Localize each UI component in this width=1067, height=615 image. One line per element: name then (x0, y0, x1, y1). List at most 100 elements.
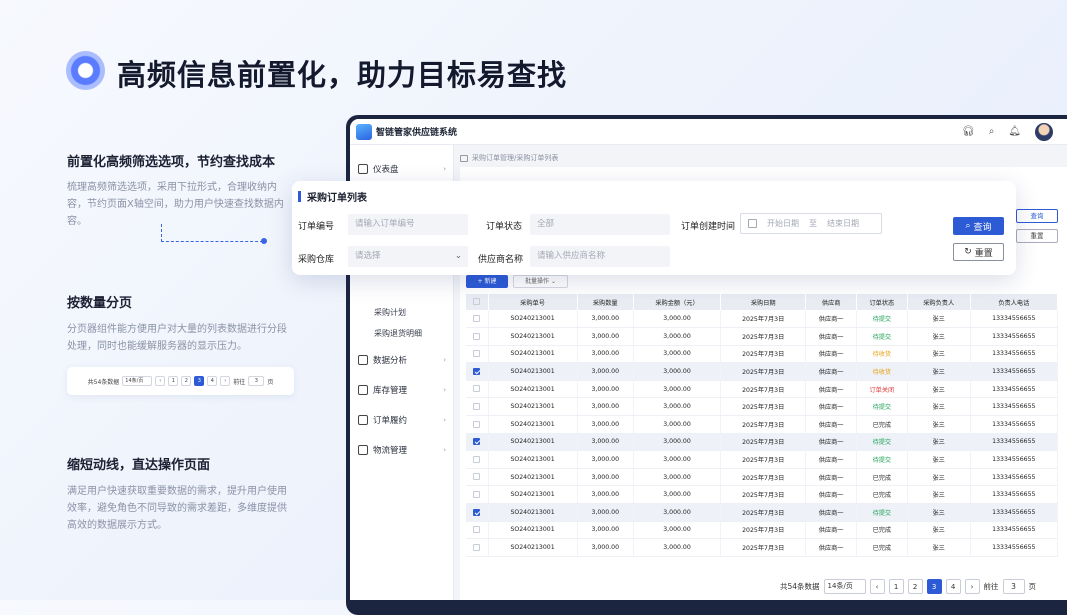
row-checkbox[interactable] (466, 450, 489, 469)
order-no-input[interactable]: 请输入订单编号 (348, 214, 468, 235)
table-cell: 13334556655 (970, 538, 1059, 557)
status-badge: 已完成 (856, 485, 908, 505)
page-button[interactable]: 1 (888, 579, 904, 594)
sidebar-item-dashboard[interactable]: 仪表盘 › (358, 163, 446, 175)
row-checkbox[interactable] (466, 503, 489, 522)
page-button-active[interactable]: 3 (926, 579, 942, 594)
sidebar-item-logistics[interactable]: 物流管理 › (358, 444, 446, 456)
batch-action-button[interactable]: 批量操作 ⌄ (513, 275, 568, 288)
page-button[interactable]: 4 (207, 376, 218, 386)
row-checkbox[interactable] (466, 433, 489, 452)
row-checkbox[interactable] (466, 485, 489, 505)
table-cell: 供应商一 (805, 415, 857, 434)
table-cell: 2025年7月3日 (720, 521, 807, 540)
supplier-input[interactable]: 请输入供应商名称 (530, 246, 670, 267)
table-row[interactable]: SO240213001 3,000.00 3,000.00 2025年7月3日 供应商一… (466, 433, 1059, 452)
page-button[interactable]: 4 (945, 579, 961, 594)
page-button[interactable]: 2 (181, 376, 192, 386)
row-checkbox[interactable] (466, 362, 489, 381)
sidebar-item-inventory[interactable]: 库存管理 › (358, 384, 446, 396)
row-checkbox[interactable] (466, 380, 489, 399)
table-cell: 张三 (907, 450, 971, 469)
table-row[interactable]: SO240213001 3,000.00 3,000.00 2025年7月3日 供应商一… (466, 503, 1059, 522)
sidebar-subitem-return-detail[interactable]: 采购退货明细 (374, 328, 422, 339)
page-size-select[interactable]: 14条/页 (823, 579, 866, 594)
warehouse-select[interactable]: 请选择 ⌄ (348, 246, 468, 267)
select-all-checkbox[interactable] (466, 294, 489, 310)
prev-page-button[interactable]: ‹ (155, 376, 166, 386)
query-button-bg[interactable]: 查询 (1016, 209, 1058, 223)
page-button-active[interactable]: 3 (194, 376, 205, 386)
row-checkbox[interactable] (466, 538, 489, 557)
clipboard-icon (358, 415, 368, 425)
new-button[interactable]: + 新建 (466, 275, 508, 288)
page-unit: 页 (267, 378, 274, 386)
order-table: 采购单号 采购数量 采购金额（元） 采购日期 供应商 订单状态 采购负责人 负责人电话 SO2… (466, 294, 1059, 557)
table-row[interactable]: SO240213001 3,000.00 3,000.00 2025年7月3日 供应商一… (466, 538, 1059, 557)
reset-button[interactable]: ↻ 重置 (953, 243, 1004, 261)
headset-icon[interactable]: 🎧︎ (962, 126, 975, 137)
row-checkbox[interactable] (466, 521, 489, 540)
breadcrumb: 采购订单管理/采购订单列表 (460, 153, 558, 163)
table-row[interactable]: SO240213001 3,000.00 3,000.00 2025年7月3日 供应商一… (466, 310, 1059, 329)
reset-button-bg[interactable]: 重置 (1016, 229, 1058, 243)
table-cell: 张三 (907, 485, 971, 505)
table-cell: 张三 (907, 503, 971, 522)
table-cell: 3,000.00 (577, 468, 634, 487)
table-row[interactable]: SO240213001 3,000.00 3,000.00 2025年7月3日 供应商一… (466, 327, 1059, 346)
table-cell: 供应商一 (805, 503, 857, 522)
table-header: 采购数量 (577, 294, 634, 310)
prev-page-button[interactable]: ‹ (869, 579, 885, 594)
app-logo-icon (356, 123, 372, 140)
query-button[interactable]: ⌕ 查询 (953, 217, 1004, 235)
page-size-select[interactable]: 14条/页 (122, 376, 153, 386)
status-badge: 待提交 (856, 327, 908, 346)
row-checkbox[interactable] (466, 397, 489, 417)
table-cell: SO240213001 (488, 468, 578, 487)
row-checkbox[interactable] (466, 468, 489, 487)
hero-logo-icon (66, 51, 105, 90)
date-range-picker[interactable]: 开始日期 至 结束日期 (740, 213, 882, 234)
goto-input[interactable]: 3 (248, 376, 265, 386)
next-page-button[interactable]: › (220, 376, 231, 386)
table-row[interactable]: SO240213001 3,000.00 3,000.00 2025年7月3日 供应商一… (466, 362, 1059, 381)
goto-input[interactable]: 3 (1002, 579, 1025, 594)
table-row[interactable]: SO240213001 3,000.00 3,000.00 2025年7月3日 供应商一… (466, 397, 1059, 417)
sidebar-item-analysis[interactable]: 数据分析 › (358, 354, 446, 366)
page-button[interactable]: 2 (907, 579, 923, 594)
row-checkbox[interactable] (466, 310, 489, 329)
status-select[interactable]: 全部 (530, 214, 670, 235)
search-icon[interactable]: ⌕ (989, 126, 995, 137)
pager-total: 共54条数据 (87, 378, 120, 386)
status-badge: 已完成 (856, 468, 908, 487)
avatar[interactable] (1035, 122, 1053, 141)
bell-icon[interactable]: 🔔︎ (1008, 126, 1021, 137)
table-cell: 13334556655 (970, 468, 1059, 487)
table-cell: 3,000.00 (577, 503, 634, 522)
sidebar-subitem-purchase-plan[interactable]: 采购计划 (374, 307, 406, 318)
table-row[interactable]: SO240213001 3,000.00 3,000.00 2025年7月3日 供应商一… (466, 485, 1059, 505)
chart-icon (358, 355, 368, 365)
table-cell: 供应商一 (805, 380, 857, 399)
chevron-right-icon: › (443, 446, 446, 454)
table-cell: 2025年7月3日 (720, 433, 807, 452)
sidebar-item-fulfillment[interactable]: 订单履约 › (358, 414, 446, 426)
top-bar: 智链管家供应链系统 🎧︎ ⌕ 🔔︎ (350, 119, 1067, 145)
row-checkbox[interactable] (466, 327, 489, 346)
table-cell: 13334556655 (970, 521, 1059, 540)
table-row[interactable]: SO240213001 3,000.00 3,000.00 2025年7月3日 供应商一… (466, 415, 1059, 434)
table-cell: 张三 (907, 310, 971, 329)
table-row[interactable]: SO240213001 3,000.00 3,000.00 2025年7月3日 供应商一… (466, 380, 1059, 399)
chevron-right-icon: › (443, 165, 446, 173)
table-row[interactable]: SO240213001 3,000.00 3,000.00 2025年7月3日 供应商一… (466, 468, 1059, 487)
next-page-button[interactable]: › (964, 579, 980, 594)
table-row[interactable]: SO240213001 3,000.00 3,000.00 2025年7月3日 供应商一… (466, 450, 1059, 469)
table-cell: 供应商一 (805, 310, 857, 329)
page-button[interactable]: 1 (168, 376, 179, 386)
row-checkbox[interactable] (466, 345, 489, 364)
row-checkbox[interactable] (466, 415, 489, 434)
table-cell: 张三 (907, 380, 971, 399)
table-row[interactable]: SO240213001 3,000.00 3,000.00 2025年7月3日 供应商一… (466, 345, 1059, 364)
table-row[interactable]: SO240213001 3,000.00 3,000.00 2025年7月3日 供应商一… (466, 521, 1059, 540)
table-cell: 供应商一 (805, 468, 857, 487)
